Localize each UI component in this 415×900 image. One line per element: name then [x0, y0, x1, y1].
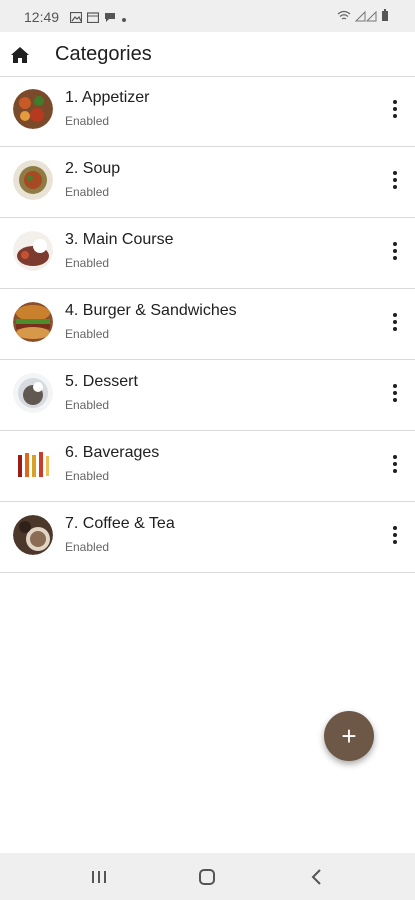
category-thumbnail [13, 515, 53, 555]
category-thumbnail [13, 89, 53, 129]
category-thumbnail [13, 444, 53, 484]
category-title: 7. Coffee & Tea [65, 515, 175, 532]
category-title: 1. Appetizer [65, 89, 150, 106]
more-vert-icon[interactable] [386, 171, 404, 195]
status-right-icons [337, 9, 389, 27]
category-title: 2. Soup [65, 160, 121, 177]
category-thumbnail [13, 302, 53, 342]
home-icon[interactable] [10, 45, 30, 65]
calendar-icon [86, 10, 100, 28]
more-vert-icon[interactable] [386, 100, 404, 124]
category-thumbnail [13, 231, 53, 271]
more-vert-icon[interactable] [386, 313, 404, 337]
category-title: 6. Baverages [65, 444, 160, 461]
dot-icon [121, 10, 127, 28]
category-row[interactable]: 1. Appetizer Enabled [0, 76, 415, 147]
category-thumbnail [13, 373, 53, 413]
signal-icon [354, 9, 377, 27]
more-vert-icon[interactable] [386, 455, 404, 479]
battery-icon [381, 9, 389, 27]
category-thumbnail [13, 160, 53, 200]
category-title: 5. Dessert [65, 373, 138, 390]
wifi-icon [337, 9, 351, 27]
category-row[interactable]: 2. Soup Enabled [0, 147, 415, 218]
category-status: Enabled [65, 256, 110, 270]
category-row[interactable]: 3. Main Course Enabled [0, 218, 415, 289]
category-status: Enabled [65, 327, 110, 341]
category-status: Enabled [65, 398, 110, 412]
add-category-button[interactable]: + [324, 711, 374, 761]
category-title: 3. Main Course [65, 231, 174, 248]
more-vert-icon[interactable] [386, 526, 404, 550]
page-title: Categories [55, 43, 152, 65]
image-icon [69, 10, 83, 28]
home-icon[interactable] [195, 865, 219, 889]
navigation-bar [0, 853, 415, 900]
category-row[interactable]: 5. Dessert Enabled [0, 360, 415, 431]
category-status: Enabled [65, 469, 110, 483]
category-status: Enabled [65, 114, 110, 128]
status-left-icons [69, 10, 127, 28]
status-time: 12:49 [24, 9, 60, 25]
category-row[interactable]: 7. Coffee & Tea Enabled [0, 502, 415, 573]
category-row[interactable]: 6. Baverages Enabled [0, 431, 415, 502]
app-bar: Categories [0, 32, 415, 77]
more-vert-icon[interactable] [386, 242, 404, 266]
message-icon [104, 10, 116, 28]
status-bar: 12:49 [0, 0, 415, 32]
back-icon[interactable] [305, 865, 329, 889]
category-list: 1. Appetizer Enabled 2. Soup Enabled 3. … [0, 76, 415, 573]
category-status: Enabled [65, 540, 110, 554]
more-vert-icon[interactable] [386, 384, 404, 408]
category-title: 4. Burger & Sandwiches [65, 302, 237, 319]
category-row[interactable]: 4. Burger & Sandwiches Enabled [0, 289, 415, 360]
category-status: Enabled [65, 185, 110, 199]
recent-apps-icon[interactable] [87, 865, 111, 889]
